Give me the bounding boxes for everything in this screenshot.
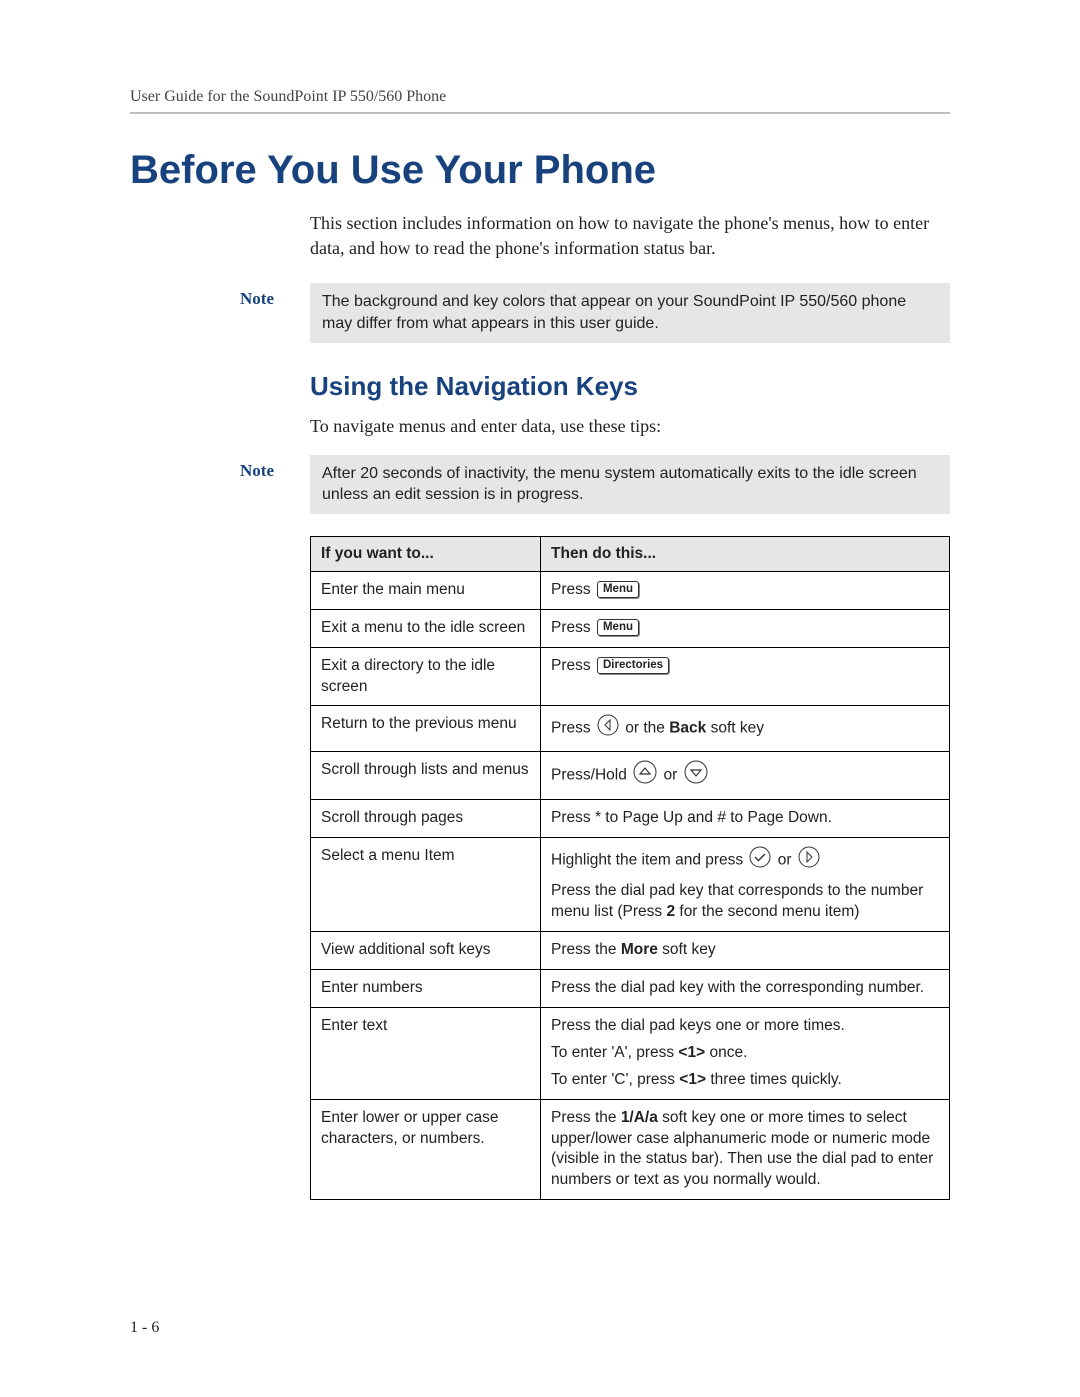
menu-key-icon: Menu [597,581,639,598]
table-row: View additional soft keys Press the More… [311,931,950,969]
want-cell: Return to the previous menu [311,706,541,752]
want-cell: Enter numbers [311,969,541,1007]
col-header-want: If you want to... [311,536,541,571]
section-title: Before You Use Your Phone [130,148,950,193]
table-row: Select a menu Item Highlight the item an… [311,838,950,932]
cell-text: or [663,767,681,784]
tips-line: To navigate menus and enter data, use th… [310,416,950,437]
note-block: Note After 20 seconds of inactivity, the… [130,455,950,514]
want-cell: Enter the main menu [311,571,541,609]
bold-text: 1/A/a [621,1109,658,1126]
note-body: The background and key colors that appea… [310,283,950,342]
note-label: Note [130,455,310,481]
bold-text: 2 [666,903,675,920]
down-arrow-key-icon [684,760,708,791]
do-cell: Press Menu [541,571,950,609]
do-cell: Press the dial pad keys one or more time… [541,1007,950,1099]
navigation-tips-table: If you want to... Then do this... Enter … [310,536,950,1201]
cell-text: Press the [551,941,621,958]
cell-text: Press [551,619,595,636]
table-row: Enter text Press the dial pad keys one o… [311,1007,950,1099]
do-cell: Press the dial pad key with the correspo… [541,969,950,1007]
do-cell: Press Menu [541,609,950,647]
do-cell: Press the 1/A/a soft key one or more tim… [541,1099,950,1200]
cell-text: once. [705,1044,747,1061]
up-arrow-key-icon [633,760,657,791]
want-cell: Scroll through lists and menus [311,752,541,800]
table-row: Scroll through lists and menus Press/Hol… [311,752,950,800]
cell-text: Press the dial pad keys one or more time… [551,1016,939,1037]
right-arrow-key-icon [798,846,820,875]
want-cell: Exit a menu to the idle screen [311,609,541,647]
select-check-key-icon [749,846,771,875]
note-block: Note The background and key colors that … [130,283,950,342]
cell-text: soft key [706,720,764,737]
bold-text: Back [669,720,706,737]
cell-text: three times quickly. [706,1071,842,1088]
do-cell: Press * to Page Up and # to Page Down. [541,800,950,838]
do-cell: Highlight the item and press or Press th… [541,838,950,932]
bold-text: <1> [679,1071,706,1088]
intro-paragraph: This section includes information on how… [310,211,950,261]
subsection-title: Using the Navigation Keys [310,371,950,402]
running-header: User Guide for the SoundPoint IP 550/560… [130,88,950,114]
cell-text: Highlight the item and press [551,852,747,869]
cell-text: for the second menu item) [675,903,859,920]
bold-text: <1> [678,1044,705,1061]
note-label: Note [130,283,310,309]
table-row: Enter numbers Press the dial pad key wit… [311,969,950,1007]
want-cell: Select a menu Item [311,838,541,932]
cell-text: To enter 'C', press [551,1071,679,1088]
menu-key-icon: Menu [597,619,639,636]
cell-text: To enter 'A', press [551,1044,678,1061]
body-column: This section includes information on how… [310,211,950,261]
table-row: Scroll through pages Press * to Page Up … [311,800,950,838]
cell-text: Press the [551,1109,621,1126]
want-cell: Enter lower or upper case characters, or… [311,1099,541,1200]
cell-text: Press [551,657,595,674]
table-header-row: If you want to... Then do this... [311,536,950,571]
cell-text: Press [551,581,595,598]
document-page: User Guide for the SoundPoint IP 550/560… [0,0,1080,1397]
do-cell: Press or the Back soft key [541,706,950,752]
cell-text: soft key [658,941,716,958]
do-cell: Press the More soft key [541,931,950,969]
page-number: 1 - 6 [130,1319,159,1337]
want-cell: Scroll through pages [311,800,541,838]
cell-text: or the [625,720,669,737]
want-cell: View additional soft keys [311,931,541,969]
cell-text: Press [551,720,595,737]
do-cell: Press/Hold or [541,752,950,800]
col-header-do: Then do this... [541,536,950,571]
want-cell: Enter text [311,1007,541,1099]
cell-text: Press/Hold [551,767,631,784]
table-row: Enter the main menu Press Menu [311,571,950,609]
table-row: Exit a menu to the idle screen Press Men… [311,609,950,647]
bold-text: More [621,941,658,958]
left-arrow-key-icon [597,714,619,743]
do-cell: Press Directories [541,647,950,706]
note-body: After 20 seconds of inactivity, the menu… [310,455,950,514]
table-row: Return to the previous menu Press or the… [311,706,950,752]
table-row: Exit a directory to the idle screen Pres… [311,647,950,706]
directories-key-icon: Directories [597,657,669,674]
cell-text: or [778,852,796,869]
want-cell: Exit a directory to the idle screen [311,647,541,706]
table-row: Enter lower or upper case characters, or… [311,1099,950,1200]
